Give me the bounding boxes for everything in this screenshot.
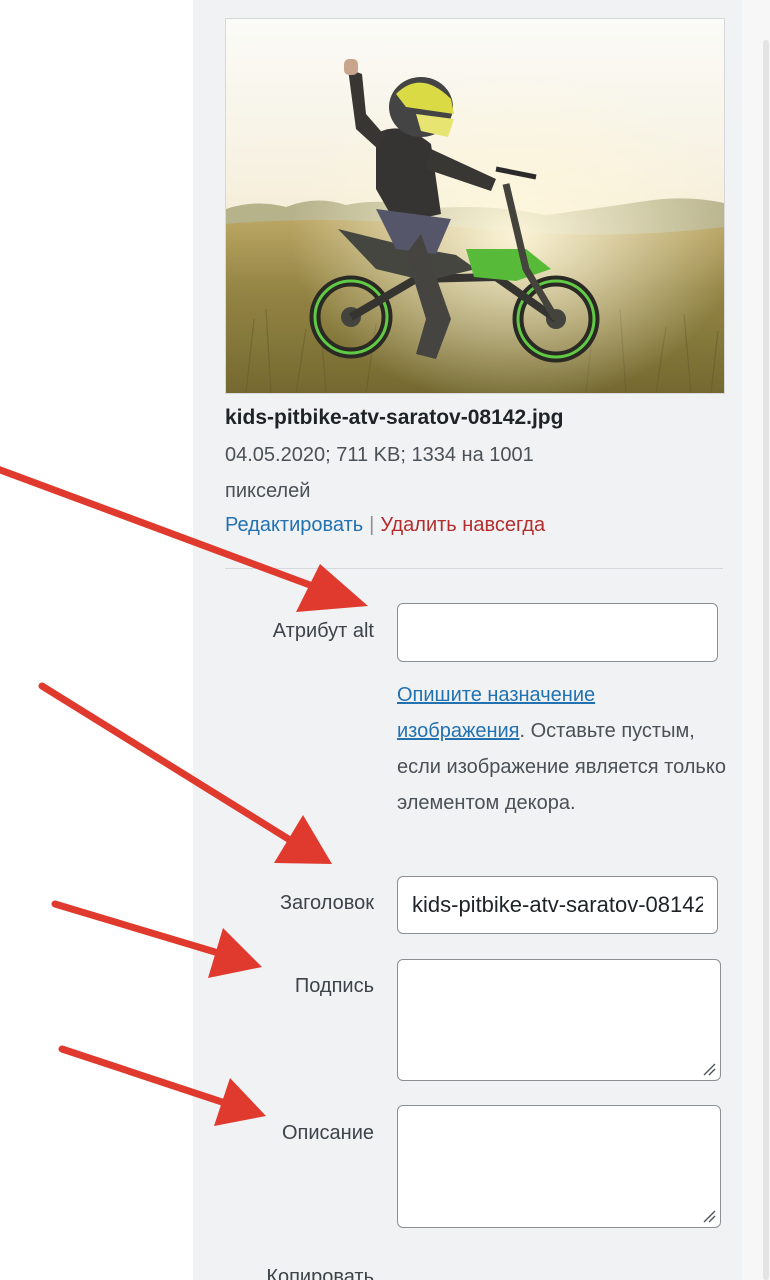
caption-textarea[interactable] [397, 959, 721, 1081]
attachment-dimensions-unit: пикселей [225, 480, 311, 502]
title-input[interactable] [397, 876, 718, 934]
scrollbar-thumb[interactable] [763, 40, 769, 1280]
caption-label: Подпись [294, 975, 374, 997]
edit-image-link[interactable]: Редактировать [225, 514, 363, 536]
section-divider [225, 568, 723, 569]
content-area [0, 0, 193, 1280]
resize-handle-icon[interactable] [702, 1062, 716, 1076]
attachment-dimensions: 1334 на 1001 [411, 444, 534, 466]
alt-text-help: Опишите назначение изображения. Оставьте … [397, 677, 737, 821]
alt-text-input[interactable] [397, 603, 718, 662]
copy-link-label: Копировать [266, 1266, 374, 1280]
description-textarea[interactable] [397, 1105, 721, 1228]
attachment-filename: kids-pitbike-atv-saratov-08142.jpg [225, 406, 564, 429]
actions-separator: | [369, 514, 375, 536]
attachment-actions: Редактировать | Удалить навсегда [225, 514, 545, 537]
attachment-date: 04.05.2020; [225, 444, 331, 466]
description-label: Описание [281, 1122, 374, 1144]
alt-help-link-text-1: Опишите назначение [397, 684, 596, 706]
delete-permanently-link[interactable]: Удалить навсегда [380, 514, 545, 536]
attachment-thumbnail [225, 18, 725, 394]
alt-text-label: Атрибут alt [272, 620, 374, 642]
resize-handle-icon[interactable] [702, 1209, 716, 1223]
attachment-filesize: 711 KB; [336, 444, 406, 466]
attachment-meta-line: 04.05.2020; 711 KB; 1334 на 1001 [225, 444, 534, 467]
title-label: Заголовок [279, 892, 374, 914]
alt-help-link-text-2: изображения [397, 720, 520, 742]
media-attachment-page: kids-pitbike-atv-saratov-08142.jpg 04.05… [0, 0, 770, 1280]
